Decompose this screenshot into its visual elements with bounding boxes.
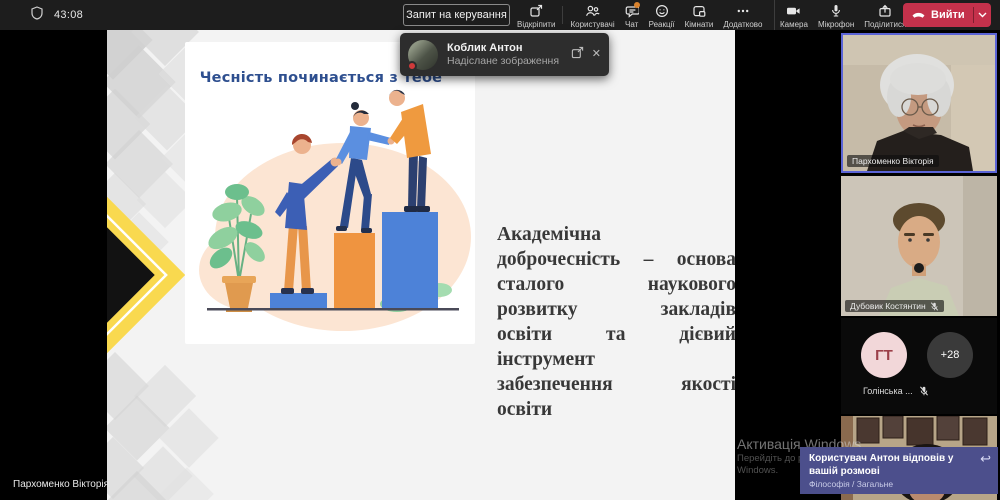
participant-video (841, 176, 997, 316)
reactions-button[interactable]: Реакції (644, 0, 680, 30)
rooms-label: Кімнати (685, 20, 714, 29)
meeting-timer: 43:08 (54, 9, 83, 21)
hangup-phone-icon (911, 8, 926, 23)
share-screen-icon (878, 4, 892, 18)
chat-message-popup[interactable]: Коблик Антон Надіслане зображення ✕ (400, 33, 609, 76)
slide-body-text: Академічна доброчесність – основа сталог… (497, 222, 735, 422)
toast-channel: Філософія / Загальне (809, 479, 990, 489)
slide-body-line: доброчесність – основа (497, 247, 735, 272)
chat-label: Чат (625, 20, 638, 29)
rooms-button[interactable]: Кімнати (680, 0, 719, 30)
reactions-icon (655, 4, 669, 18)
participants-sidebar: Пархоменко Вікторія Дубовик Костянтин (838, 30, 1000, 500)
teams-meeting-window: 43:08 Запит на керування Відкріпити Кори… (0, 0, 1000, 500)
more-label: Додатково (723, 20, 762, 29)
slide-body-line: забезпечення якості (497, 372, 735, 397)
leave-label: Вийти (931, 9, 965, 21)
avatar (408, 40, 438, 70)
chat-button[interactable]: Чат (620, 0, 644, 30)
rooms-icon (692, 4, 706, 18)
overflow-participant-count[interactable]: +28 (927, 332, 973, 378)
slide-body-line: освіти (497, 397, 735, 422)
teamwork-illustration (185, 42, 475, 344)
request-control-button[interactable]: Запит на керування (403, 4, 510, 26)
meeting-toolbar: 43:08 Запит на керування Відкріпити Кори… (0, 0, 1000, 30)
more-icon (736, 4, 750, 18)
reactions-label: Реакції (649, 20, 675, 29)
mic-button[interactable]: Мікрофон (813, 0, 859, 30)
unpin-label: Відкріпити (517, 20, 555, 29)
mic-muted-icon (919, 386, 929, 396)
participant-name-label: Пархоменко Вікторія (847, 155, 939, 167)
presence-busy-dot (407, 61, 417, 71)
toast-title: Користувач Антон відповів у вашій розмов… (809, 452, 971, 478)
slide-body-line: розвитку закладів (497, 297, 735, 322)
chat-notification-badge (634, 2, 640, 8)
share-label: Поділитися (864, 20, 906, 29)
video-tile-holinska-group[interactable]: ГТ +28 Голінська ... (841, 318, 997, 414)
participant-name-label: Дубовик Костянтин (845, 300, 944, 312)
slide-body-line: інструмент (497, 347, 735, 372)
avatar-initials: ГТ (861, 332, 907, 378)
close-icon[interactable]: ✕ (592, 49, 601, 60)
leave-button[interactable]: Вийти (903, 3, 991, 27)
presenter-name-label: Пархоменко Вікторія (13, 479, 109, 490)
reply-arrow-icon: ↩ (980, 451, 991, 467)
mic-label: Мікрофон (818, 20, 854, 29)
participant-video (843, 35, 995, 171)
slide-body-line: освіти та дієвий (497, 322, 735, 347)
open-chat-icon[interactable] (571, 46, 584, 64)
people-icon (585, 4, 600, 18)
camera-icon (786, 4, 801, 18)
unpin-icon (529, 4, 543, 18)
reply-notification-toast[interactable]: Користувач Антон відповів у вашій розмов… (800, 447, 998, 494)
mic-icon (829, 4, 843, 18)
unpin-button[interactable]: Відкріпити (512, 0, 560, 30)
slide-body-line: Академічна (497, 222, 735, 247)
video-tile-dubovyk[interactable]: Дубовик Костянтин (841, 176, 997, 316)
more-button[interactable]: Додатково (718, 0, 767, 30)
shield-icon (30, 6, 44, 25)
camera-label: Камера (780, 20, 808, 29)
leave-options-chevron-icon[interactable] (974, 3, 992, 27)
camera-button[interactable]: Камера (775, 0, 813, 30)
mic-muted-icon (930, 302, 939, 311)
video-tile-parkhomenko[interactable]: Пархоменко Вікторія (841, 33, 997, 173)
popup-sender-name: Коблик Антон (447, 42, 567, 55)
toolbar-separator (562, 6, 563, 24)
participant-name-label: Голінська ... (863, 386, 929, 396)
slide-illustration-card: Чесність починається з тебе (185, 42, 475, 344)
participants-label: Користувачі (570, 20, 614, 29)
popup-message-text: Надіслане зображення (447, 55, 567, 68)
slide-body-line: сталого наукового (497, 272, 735, 297)
shared-presentation-slide: Чесність починається з тебе Академічна д… (107, 30, 735, 500)
participants-button[interactable]: Користувачі (565, 0, 619, 30)
